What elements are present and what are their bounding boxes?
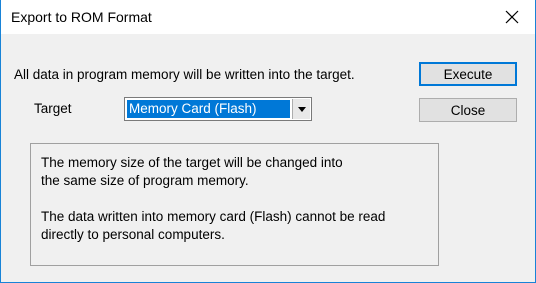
target-select[interactable]: Memory Card (Flash) [124,97,312,121]
execute-button-label: Execute [443,66,493,82]
close-window-button[interactable] [489,0,535,34]
description-message: All data in program memory will be writt… [14,67,355,82]
info-paragraph-flash: The data written into memory card (Flash… [41,209,386,242]
close-button[interactable]: Close [419,98,517,122]
export-rom-dialog: Export to ROM Format All data in program… [0,0,536,283]
title-bar: Export to ROM Format [1,0,535,34]
execute-button[interactable]: Execute [419,62,517,86]
chevron-down-icon [297,106,306,112]
info-paragraph-size: The memory size of the target will be ch… [41,155,343,188]
info-group-box: The memory size of the target will be ch… [30,143,439,266]
close-button-label: Close [450,102,486,118]
target-label: Target [34,101,72,116]
target-selected-value: Memory Card (Flash) [127,100,290,118]
target-dropdown-button[interactable] [292,99,310,119]
window-title: Export to ROM Format [11,9,152,25]
close-x-icon [505,10,519,24]
